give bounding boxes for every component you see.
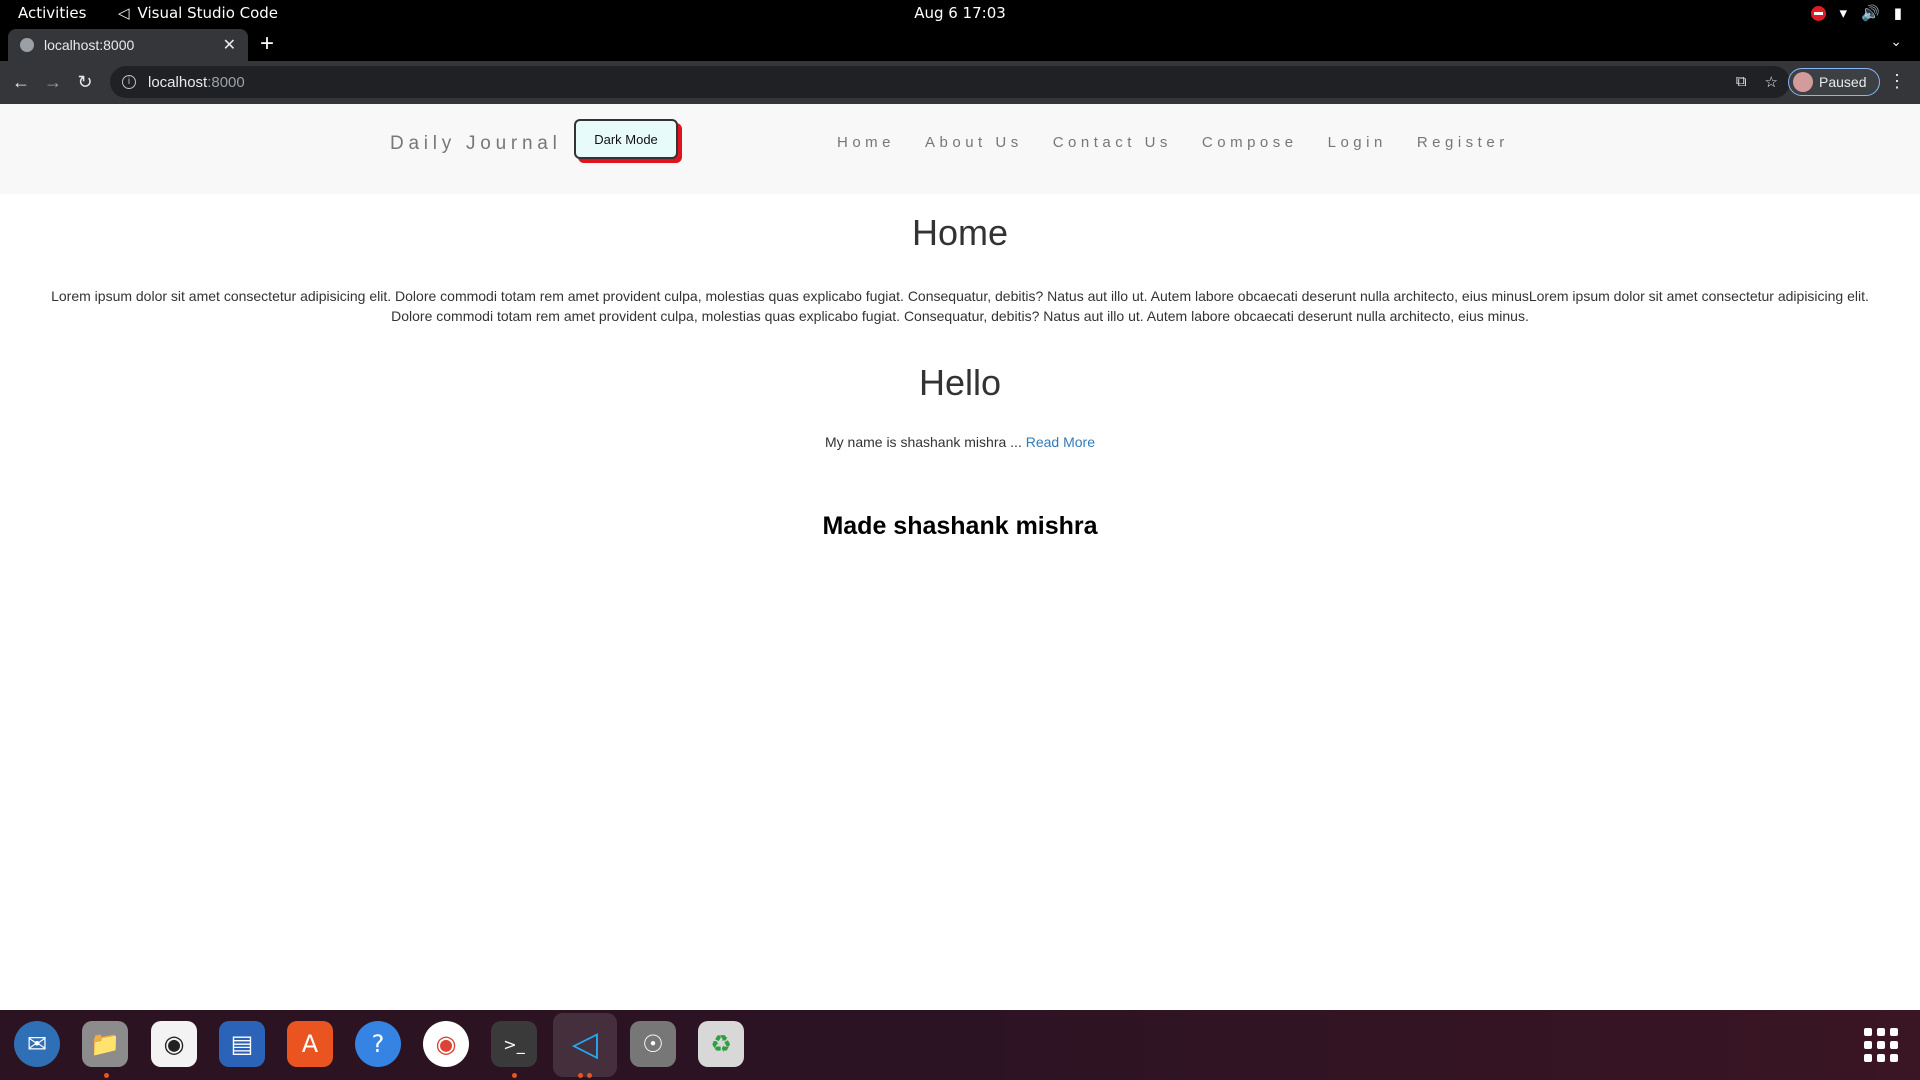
running-indicator (512, 1073, 517, 1078)
vscode-icon: ◁ (118, 4, 130, 22)
rhythmbox-icon[interactable]: ◉ (151, 1021, 197, 1067)
site-footer: Made shashank mishra (822, 512, 1098, 540)
trash-icon[interactable]: ♻ (698, 1021, 744, 1067)
running-indicator (587, 1073, 592, 1078)
running-indicator (104, 1073, 109, 1078)
do-not-disturb-icon (1810, 5, 1826, 21)
home-intro-text: Lorem ipsum dolor sit amet consectetur a… (51, 288, 1869, 324)
nav-link-register[interactable]: Register (1417, 134, 1509, 151)
running-indicator (578, 1073, 583, 1078)
thunderbird-icon[interactable]: ✉ (14, 1021, 60, 1067)
site-nav-links: Home About Us Contact Us Compose Login R… (837, 134, 1509, 151)
close-tab-icon[interactable]: ✕ (223, 35, 236, 55)
focused-app-name: Visual Studio Code (137, 4, 279, 22)
browser-tab-strip: localhost:8000 ✕ + ⌄ (0, 27, 1920, 61)
battery-icon: ▮ (1893, 4, 1902, 22)
wifi-icon: ▾ (1839, 4, 1848, 22)
terminal-icon[interactable]: >_ (491, 1021, 537, 1067)
files-icon[interactable]: 📁 (82, 1021, 128, 1067)
avatar (1793, 72, 1813, 92)
volume-icon: 🔊 (1861, 4, 1880, 22)
nav-link-home[interactable]: Home (837, 134, 895, 151)
back-arrow-icon[interactable]: ← (8, 69, 34, 95)
reload-icon[interactable]: ↻ (72, 69, 98, 95)
browser-toolbar: ← → ↻ i localhost:8000 ⧉ ☆ Paused ⋮ (0, 61, 1920, 104)
read-more-link[interactable]: Read More (1026, 434, 1095, 450)
vscode-dock-icon[interactable]: ◁ (562, 1021, 608, 1067)
profile-status: Paused (1819, 74, 1867, 90)
post-excerpt: My name is shashank mishra ... Read More (0, 434, 1920, 450)
address-bar[interactable]: i localhost:8000 ⧉ ☆ (110, 66, 1790, 98)
share-icon[interactable]: ⧉ (1736, 73, 1747, 91)
forward-arrow-icon[interactable]: → (40, 69, 66, 95)
clock[interactable]: Aug 6 17:03 (914, 4, 1006, 22)
bookmark-star-icon[interactable]: ☆ (1765, 73, 1778, 91)
nav-link-contact-us[interactable]: Contact Us (1053, 134, 1172, 151)
url-host: localhost (148, 73, 208, 91)
dock: ✉ 📁 ◉ ▤ A ? ◉ >_ ◁ ☉ ♻ (0, 1010, 1920, 1080)
web-page: Daily Journal Dark Mode Home About Us Co… (0, 104, 1920, 1010)
show-apps-grid-icon[interactable] (1864, 1028, 1898, 1062)
system-tray[interactable]: ▾ 🔊 ▮ (1810, 4, 1902, 22)
disk-icon[interactable]: ☉ (630, 1021, 676, 1067)
focused-app-menu[interactable]: ◁ Visual Studio Code (118, 4, 278, 22)
activities-button[interactable]: Activities (18, 4, 86, 22)
help-icon[interactable]: ? (355, 1021, 401, 1067)
chrome-icon[interactable]: ◉ (423, 1021, 469, 1067)
site-navbar: Daily Journal Dark Mode Home About Us Co… (0, 104, 1920, 194)
page-title: Home (911, 212, 1009, 253)
browser-menu-icon[interactable]: ⋮ (1888, 71, 1906, 92)
tab-search-chevron-icon[interactable]: ⌄ (1890, 33, 1902, 50)
globe-icon (20, 38, 34, 52)
app-center-icon[interactable]: A (287, 1021, 333, 1067)
browser-tab[interactable]: localhost:8000 ✕ (8, 29, 248, 61)
tab-title: localhost:8000 (44, 37, 135, 53)
nav-link-compose[interactable]: Compose (1202, 134, 1298, 151)
new-tab-button[interactable]: + (260, 29, 274, 59)
nav-link-about-us[interactable]: About Us (925, 134, 1023, 151)
site-brand[interactable]: Daily Journal (390, 133, 562, 155)
libreoffice-writer-icon[interactable]: ▤ (219, 1021, 265, 1067)
post-title: Hello (918, 362, 1002, 403)
nav-link-login[interactable]: Login (1328, 134, 1387, 151)
dark-mode-button[interactable]: Dark Mode (574, 119, 678, 159)
site-info-icon[interactable]: i (122, 75, 136, 89)
post-excerpt-text: My name is shashank mishra ... (824, 434, 1022, 450)
url-port: :8000 (207, 73, 245, 91)
system-top-bar: Activities ◁ Visual Studio Code Aug 6 17… (0, 0, 1920, 27)
profile-button[interactable]: Paused (1788, 68, 1880, 96)
